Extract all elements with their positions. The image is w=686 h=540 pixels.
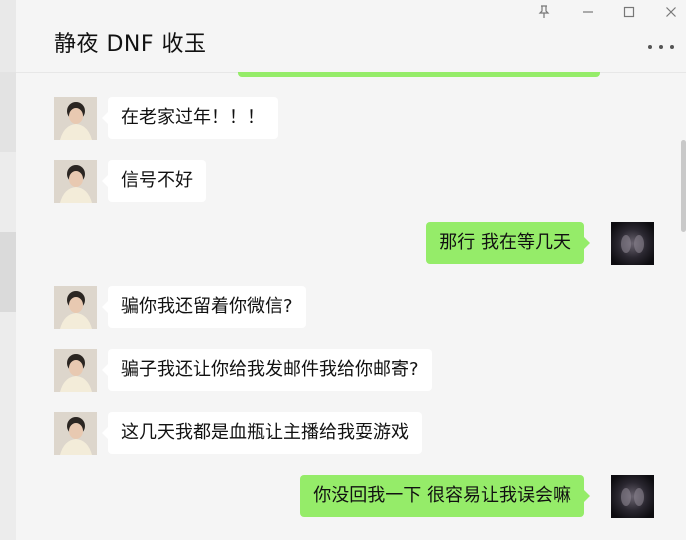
contact-avatar[interactable] xyxy=(54,349,97,392)
session-list-edge xyxy=(0,0,16,540)
incoming-message-bubble[interactable]: 骗你我还留着你微信? xyxy=(102,286,306,328)
pin-icon[interactable] xyxy=(534,3,554,21)
contact-avatar[interactable] xyxy=(54,286,97,329)
contact-avatar[interactable] xyxy=(54,412,97,455)
more-icon[interactable] xyxy=(648,38,674,56)
close-icon[interactable] xyxy=(661,3,681,21)
session-item-edge[interactable] xyxy=(0,72,16,152)
user-avatar[interactable] xyxy=(611,222,654,265)
more-dot xyxy=(648,45,652,49)
chat-title: 静夜 DNF 收玉 xyxy=(54,32,207,57)
contact-avatar[interactable] xyxy=(54,97,97,140)
incoming-message-bubble[interactable]: 在老家过年！！！ xyxy=(102,97,278,139)
incoming-message-bubble[interactable]: 信号不好 xyxy=(102,160,206,202)
maximize-icon[interactable] xyxy=(619,3,639,21)
outgoing-message-bubble[interactable]: 那行 我在等几天 xyxy=(426,222,590,264)
minimize-icon[interactable] xyxy=(578,3,598,21)
outgoing-message-bubble[interactable]: 你没回我一下 很容易让我误会嘛 xyxy=(300,475,590,517)
session-item-edge-selected[interactable] xyxy=(0,232,16,312)
chat-panel: 静夜 DNF 收玉 在老家过年！！！ 信号不好 那行 我在等几天 骗你我还留着你… xyxy=(16,0,686,540)
session-item-edge[interactable] xyxy=(0,0,16,72)
chat-header: 静夜 DNF 收玉 xyxy=(16,0,686,73)
more-dot xyxy=(670,45,674,49)
more-dot xyxy=(659,45,663,49)
previous-message-bubble xyxy=(238,72,600,77)
incoming-message-bubble[interactable]: 骗子我还让你给我发邮件我给你邮寄? xyxy=(102,349,432,391)
contact-avatar[interactable] xyxy=(54,160,97,203)
user-avatar[interactable] xyxy=(611,475,654,518)
scrollbar[interactable] xyxy=(681,140,686,232)
incoming-message-bubble[interactable]: 这几天我都是血瓶让主播给我耍游戏 xyxy=(102,412,422,454)
